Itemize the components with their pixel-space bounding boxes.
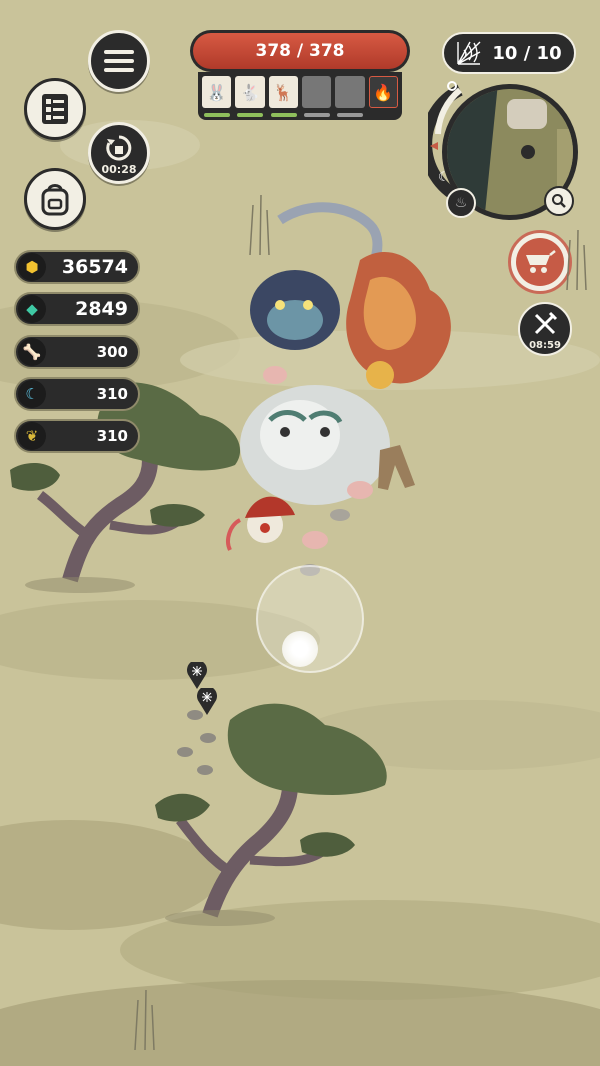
web-marker-icon[interactable] (196, 686, 218, 716)
quest-checklist-icon (42, 94, 68, 124)
backpack-button[interactable] (24, 168, 86, 230)
rabbit-icon: 🐰 (206, 82, 227, 102)
gold-nugget-icon: ⬢ (18, 253, 46, 281)
grass-tuft (566, 230, 587, 290)
grass-tuft (134, 990, 155, 1050)
web-marker-icon[interactable] (186, 660, 208, 690)
party-slots: 🐰 🐇 🦌 🔥 (198, 72, 402, 120)
resource-gold: ⬢ 36574 (14, 250, 140, 284)
crossed-weapons-icon (534, 311, 558, 335)
hp-panel: 🐰 🐇 🦌 🔥 378 / 378 (190, 30, 410, 122)
respawn-timer: 00:28 (101, 163, 137, 176)
quest-button[interactable] (24, 78, 86, 140)
skill-timer: 08:59 (529, 340, 561, 351)
grass-tuft (249, 195, 270, 255)
minimap-cave (507, 99, 547, 129)
party-slot-2[interactable]: 🦌 (268, 76, 298, 117)
resource-claw: ☾ 310 (14, 377, 140, 411)
party-slot-3[interactable] (301, 76, 332, 117)
cart-icon (526, 250, 556, 273)
joystick-knob[interactable] (282, 631, 318, 667)
moon-icon: ☾ (438, 170, 450, 185)
gem-icon: ◆ (18, 295, 46, 323)
feather-icon: ❦ (18, 422, 46, 450)
resource-value: 2849 (75, 298, 128, 320)
hamburger-menu-icon (104, 50, 134, 72)
claw-icon: ☾ (18, 380, 46, 408)
fire-potion-icon: 🔥 (373, 82, 394, 102)
resource-value: 310 (96, 427, 128, 445)
hp-fill: 378 / 378 (193, 33, 407, 69)
party-slot-hp (204, 113, 230, 117)
backpack-icon (41, 184, 69, 216)
deer-icon: 🦌 (273, 82, 294, 102)
virtual-joystick[interactable] (256, 565, 364, 673)
menu-button[interactable] (88, 30, 150, 92)
resource-bone: 🦴 300 (14, 335, 140, 369)
rabbit-icon: 🐇 (240, 82, 260, 102)
web-counter-text: 10 / 10 (492, 42, 562, 64)
party-slot-5[interactable]: 🔥 (368, 76, 399, 108)
creature-swarm (226, 202, 451, 576)
return-icon (106, 135, 132, 161)
resource-gem: ◆ 2849 (14, 292, 140, 326)
resource-value: 310 (96, 385, 128, 403)
respawn-button[interactable]: 00:28 (88, 122, 150, 184)
resource-feather: ❦ 310 (14, 419, 140, 453)
party-slot-hp (237, 113, 264, 117)
skill-button[interactable]: 08:59 (518, 302, 572, 356)
minimap[interactable]: ☾ ♨ (428, 78, 580, 226)
minimap-player-marker (521, 145, 535, 159)
party-slot-1[interactable]: 🐇 (235, 76, 265, 117)
party-slot-0[interactable]: 🐰 (202, 76, 232, 117)
party-slot-hp (270, 113, 297, 117)
web-counter: 10 / 10 (442, 32, 576, 74)
party-slot-hp (337, 113, 364, 117)
party-slot-4[interactable] (335, 76, 365, 117)
bone-icon: 🦴 (18, 338, 46, 366)
hp-text: 378 / 378 (255, 41, 345, 61)
hp-bar: 378 / 378 (190, 30, 410, 72)
party-slot-hp (303, 113, 330, 117)
sun-icon (444, 78, 460, 94)
resource-value: 36574 (61, 256, 128, 278)
web-icon (457, 41, 481, 65)
resource-value: 300 (96, 343, 128, 361)
flame-icon[interactable]: ♨ (446, 188, 476, 218)
magnifier-icon[interactable] (544, 186, 574, 216)
